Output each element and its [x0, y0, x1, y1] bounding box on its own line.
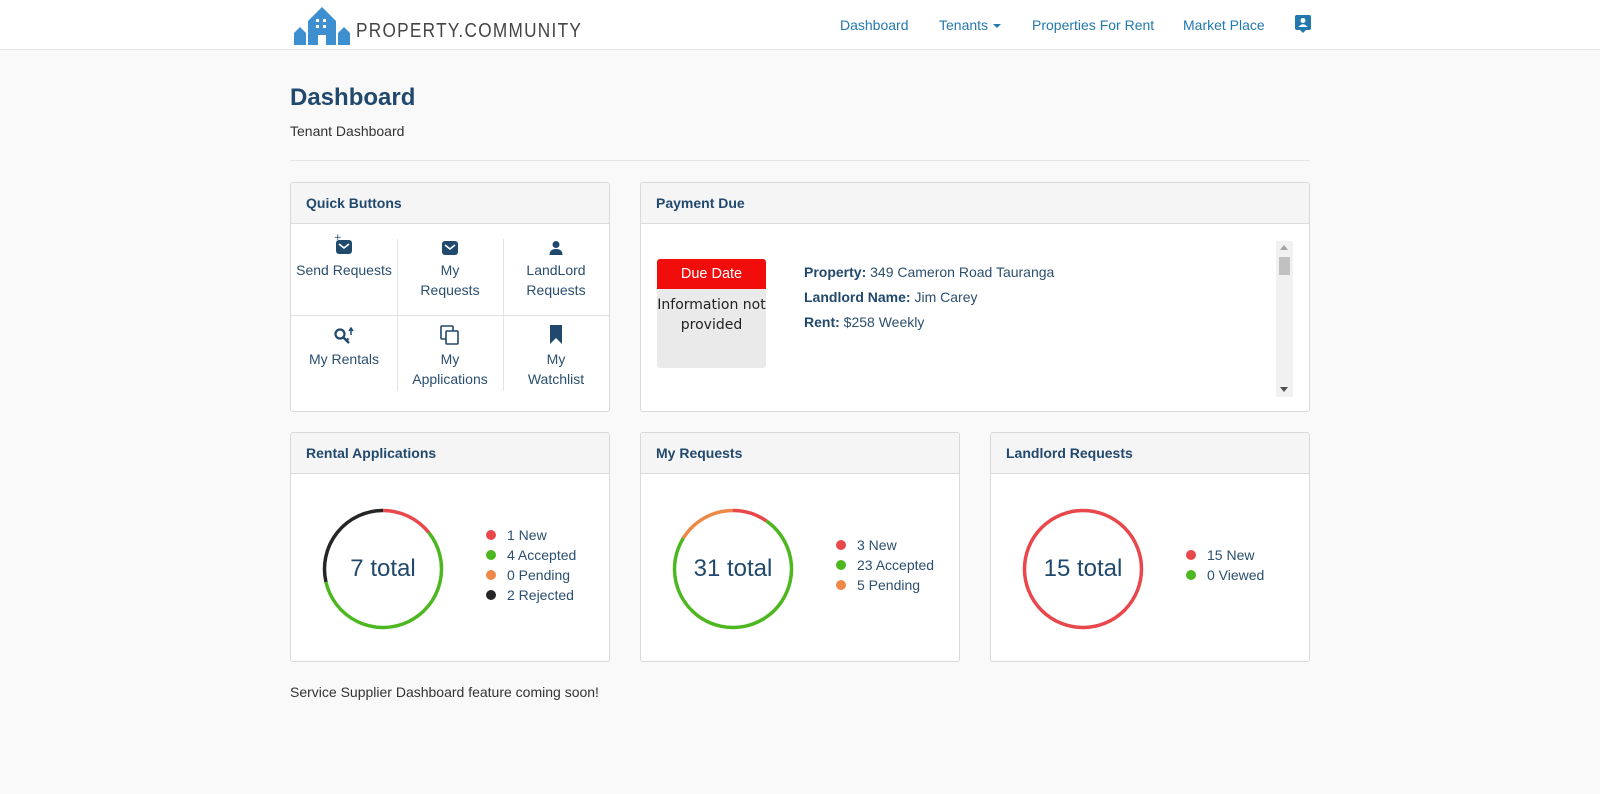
copy-icon: [440, 325, 459, 345]
my-rentals-label: My Rentals: [308, 351, 380, 367]
legend-label: 1 New: [507, 527, 547, 543]
scroll-thumb[interactable]: [1279, 257, 1290, 275]
property-value: 349 Cameron Road Tauranga: [870, 264, 1055, 280]
scroll-up-arrow-icon[interactable]: [1280, 245, 1288, 250]
legend-dot-icon: [1186, 570, 1196, 580]
legend-label: 23 Accepted: [857, 557, 935, 573]
quick-buttons-grid: + Send Requests My Requests LandLord Req…: [291, 224, 609, 406]
legend-item: 3 New: [836, 535, 934, 555]
legend-dot-icon: [1186, 550, 1196, 560]
legend-dot-icon: [486, 570, 496, 580]
my-requests-button[interactable]: My Requests: [397, 224, 503, 315]
my-applications-label: My Applications: [412, 351, 488, 387]
legend-item: 23 Accepted: [836, 555, 934, 575]
nav-market-place[interactable]: Market Place: [1183, 17, 1265, 33]
legend-label: 5 Pending: [857, 577, 921, 593]
payment-due-title: Payment Due: [641, 183, 1309, 224]
legend-item: 0 Pending: [486, 565, 576, 585]
landlord-name-value: Jim Carey: [914, 289, 978, 305]
due-date-value: Information not provided: [657, 297, 766, 333]
legend-dot-icon: [486, 530, 496, 540]
my-watchlist-label: My Watchlist: [527, 351, 585, 387]
legend-dot-icon: [836, 560, 846, 570]
send-requests-button[interactable]: + Send Requests: [291, 224, 397, 315]
divider: [290, 160, 1310, 161]
quick-buttons-panel: Quick Buttons + Send Requests My Request…: [290, 182, 610, 412]
legend-dot-icon: [836, 580, 846, 590]
legend-dot-icon: [486, 550, 496, 560]
rental-applications-donut: 7 total: [321, 507, 445, 631]
rent-label: Rent:: [804, 314, 840, 330]
page-title: Dashboard: [290, 84, 416, 111]
envelope-icon: [442, 241, 458, 255]
legend-dot-icon: [836, 540, 846, 550]
nav-tenants[interactable]: Tenants: [939, 17, 1002, 33]
property-label: Property:: [804, 264, 867, 280]
legend-item: 0 Viewed: [1186, 565, 1264, 585]
scroll-down-arrow-icon[interactable]: [1280, 387, 1288, 392]
user-icon: [549, 241, 563, 255]
legend-label: 0 Viewed: [1207, 567, 1265, 583]
due-date-box: Due Date Information not provided: [657, 259, 766, 368]
due-date-label: Due Date: [657, 259, 766, 289]
send-requests-label: Send Requests: [296, 262, 392, 278]
brand-name: PROPERTY.COMMUNITY: [356, 20, 583, 42]
legend-item: 15 New: [1186, 545, 1264, 565]
rental-applications-legend: 1 New 4 Accepted 0 Pending 2 Rejected: [486, 525, 576, 605]
landlord-requests-panel: Landlord Requests 15 total 15 New 0 Viewe…: [990, 432, 1310, 662]
legend-label: 4 Accepted: [507, 547, 577, 563]
legend-label: 15 New: [1207, 547, 1255, 563]
nav-dashboard[interactable]: Dashboard: [840, 17, 909, 33]
envelope-plus-icon: +: [334, 234, 352, 254]
my-requests-donut: 31 total: [671, 507, 795, 631]
landlord-requests-label: LandLord Requests: [526, 262, 586, 298]
nav-tenants-label: Tenants: [939, 17, 989, 33]
property-line: Property: 349 Cameron Road Tauranga: [804, 264, 1054, 280]
quick-buttons-title: Quick Buttons: [291, 183, 609, 224]
my-requests-panel: My Requests 31 total 3 New 23 Accepted 5 P…: [640, 432, 960, 662]
payment-due-panel: Payment Due Due Date Information not pro…: [640, 182, 1310, 412]
legend-item: 5 Pending: [836, 575, 934, 595]
legend-item: 2 Rejected: [486, 585, 576, 605]
legend-label: 0 Pending: [507, 567, 571, 583]
landlord-name-label: Landlord Name:: [804, 289, 911, 305]
rental-applications-panel: Rental Applications 7 total 1 New 4 Accep…: [290, 432, 610, 662]
caret-down-icon: [993, 24, 1002, 29]
bookmark-icon: [550, 325, 562, 344]
my-rentals-button[interactable]: My Rentals: [291, 315, 397, 406]
landlord-requests-total: 15 total: [1043, 555, 1123, 582]
landlord-requests-button[interactable]: LandLord Requests: [503, 224, 609, 315]
payment-scrollbar[interactable]: [1276, 241, 1293, 397]
house-logo-icon: [294, 7, 350, 45]
contact-card-icon[interactable]: [1295, 15, 1311, 33]
rental-applications-total: 7 total: [350, 555, 416, 582]
landlord-name-line: Landlord Name: Jim Carey: [804, 289, 977, 305]
legend-item: 1 New: [486, 525, 576, 545]
legend-dot-icon: [486, 590, 496, 600]
my-requests-title: My Requests: [641, 433, 959, 474]
my-requests-legend: 3 New 23 Accepted 5 Pending: [836, 535, 934, 595]
landlord-requests-donut: 15 total: [1021, 507, 1145, 631]
rent-value: $258 Weekly: [843, 314, 925, 330]
my-requests-total: 31 total: [693, 555, 773, 582]
legend-label: 3 New: [857, 537, 897, 553]
my-applications-button[interactable]: My Applications: [397, 315, 503, 406]
navbar: PROPERTY.COMMUNITY Dashboard Tenants Pro…: [0, 0, 1600, 50]
rental-applications-title: Rental Applications: [291, 433, 609, 474]
brand-logo[interactable]: PROPERTY.COMMUNITY: [294, 5, 619, 45]
footer-note: Service Supplier Dashboard feature comin…: [290, 684, 599, 700]
landlord-requests-legend: 15 New 0 Viewed: [1186, 545, 1264, 585]
key-icon: [334, 327, 354, 344]
my-requests-label: My Requests: [420, 262, 480, 298]
legend-item: 4 Accepted: [486, 545, 576, 565]
page-subtitle: Tenant Dashboard: [290, 123, 405, 139]
my-watchlist-button[interactable]: My Watchlist: [503, 315, 609, 406]
landlord-requests-title: Landlord Requests: [991, 433, 1309, 474]
rent-line: Rent: $258 Weekly: [804, 314, 924, 330]
legend-label: 2 Rejected: [507, 587, 574, 603]
nav-properties-for-rent[interactable]: Properties For Rent: [1032, 17, 1154, 33]
